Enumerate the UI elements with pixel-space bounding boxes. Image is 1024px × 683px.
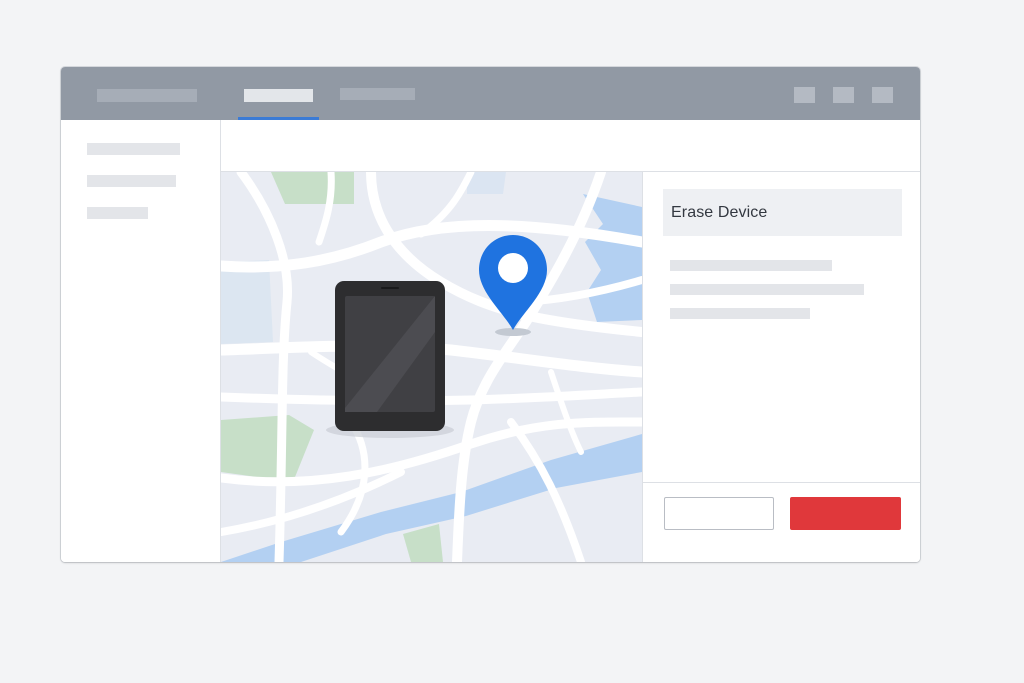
park-area bbox=[271, 172, 354, 204]
map-canvas bbox=[221, 172, 642, 562]
panel-title: Erase Device bbox=[671, 204, 768, 221]
description-line bbox=[670, 260, 832, 271]
cancel-button[interactable] bbox=[664, 497, 774, 530]
close-button[interactable] bbox=[872, 87, 893, 103]
window-title-placeholder bbox=[97, 89, 197, 102]
tab-inactive[interactable] bbox=[336, 67, 418, 120]
description-line bbox=[670, 284, 864, 295]
erase-button[interactable] bbox=[790, 497, 901, 530]
description-line bbox=[670, 308, 810, 319]
panel-header: Erase Device bbox=[663, 189, 902, 236]
sidebar-item[interactable] bbox=[87, 143, 180, 155]
tab-label-placeholder bbox=[244, 89, 313, 102]
toolbar bbox=[221, 120, 920, 172]
device-map[interactable] bbox=[221, 172, 642, 562]
tablet-icon[interactable] bbox=[335, 281, 445, 431]
title-bar bbox=[61, 67, 920, 120]
tab-active[interactable] bbox=[238, 67, 319, 120]
panel-footer bbox=[643, 482, 920, 562]
erase-device-panel: Erase Device bbox=[642, 172, 920, 562]
app-window: Erase Device bbox=[61, 67, 920, 562]
sidebar-item[interactable] bbox=[87, 207, 148, 219]
maximize-button[interactable] bbox=[833, 87, 854, 103]
sidebar bbox=[61, 120, 221, 562]
minimize-button[interactable] bbox=[794, 87, 815, 103]
tab-label-placeholder bbox=[340, 88, 415, 100]
sidebar-item[interactable] bbox=[87, 175, 176, 187]
